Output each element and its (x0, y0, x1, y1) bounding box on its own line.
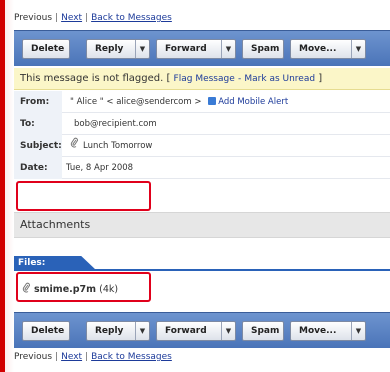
flag-dash: - (237, 74, 242, 84)
move-button-label: Move... (299, 44, 337, 54)
reply-button[interactable]: Reply ▼ (86, 321, 150, 341)
reply-button-label: Reply (95, 326, 124, 336)
paperclip-icon (70, 135, 79, 157)
nav-separator: | (85, 352, 89, 362)
subject-row: Subject: Lunch Tomorrow (14, 135, 390, 157)
delete-button[interactable]: Delete (22, 39, 70, 59)
delete-button-label: Delete (31, 326, 65, 336)
chevron-down-icon[interactable]: ▼ (135, 322, 149, 340)
chevron-down-icon[interactable]: ▼ (221, 40, 235, 58)
chevron-down-icon[interactable]: ▼ (351, 322, 365, 340)
attachment-item[interactable]: smime.p7m (4k) (22, 282, 118, 296)
flag-status-text: This message is not flagged. (20, 73, 164, 84)
add-alert-icon[interactable] (208, 97, 217, 105)
to-row: To: bob@recipient.com (14, 113, 390, 135)
from-address: " Alice " < alice@sendercom > (70, 97, 202, 107)
chevron-down-icon[interactable]: ▼ (221, 322, 235, 340)
move-button[interactable]: Move... ▼ (290, 321, 366, 341)
top-nav: Previous | Next | Back to Messages (14, 13, 172, 23)
empty-body-highlight (16, 181, 151, 211)
back-to-messages-link[interactable]: Back to Messages (91, 352, 172, 362)
message-view: Previous | Next | Back to Messages Delete Re… (14, 0, 390, 372)
bracket-close: ] (318, 73, 323, 84)
add-mobile-alert-link[interactable]: Add Mobile Alert (218, 97, 288, 107)
subject-value: Lunch Tomorrow (70, 135, 152, 157)
date-value: Tue, 8 Apr 2008 (66, 163, 134, 173)
subject-text: Lunch Tomorrow (83, 141, 153, 151)
reply-button-label: Reply (95, 44, 124, 54)
forward-button-label: Forward (165, 44, 207, 54)
forward-button-label: Forward (165, 326, 207, 336)
move-button[interactable]: Move... ▼ (290, 39, 366, 59)
date-row: Date: Tue, 8 Apr 2008 (14, 157, 390, 179)
chevron-down-icon[interactable]: ▼ (351, 40, 365, 58)
delete-button-label: Delete (31, 44, 65, 54)
previous-label: Previous (14, 13, 53, 23)
spam-button-label: Spam (251, 44, 280, 54)
subject-label: Subject: (14, 135, 62, 157)
nav-separator: | (85, 13, 89, 23)
flag-message-link[interactable]: Flag Message (174, 74, 235, 84)
previous-label: Previous (14, 352, 53, 362)
attachments-header: Attachments (14, 212, 390, 238)
forward-button[interactable]: Forward ▼ (156, 39, 236, 59)
paperclip-icon (22, 282, 31, 296)
spam-button[interactable]: Spam (242, 39, 284, 59)
from-row: From: " Alice " < alice@sendercom > Add … (14, 91, 390, 113)
attachment-filename[interactable]: smime.p7m (34, 284, 96, 295)
bracket-open: [ (166, 73, 171, 84)
nav-separator: | (55, 352, 59, 362)
bottom-toolbar: Delete Reply ▼ Forward ▼ Spam Move... ▼ (14, 312, 390, 348)
to-label: To: (14, 113, 62, 135)
left-red-border (0, 0, 5, 372)
top-toolbar: Delete Reply ▼ Forward ▼ Spam Move... ▼ (14, 30, 390, 66)
next-link[interactable]: Next (61, 352, 82, 362)
mark-as-unread-link[interactable]: Mark as Unread (244, 74, 315, 84)
from-value: " Alice " < alice@sendercom > Add Mobile… (70, 91, 288, 113)
back-to-messages-link[interactable]: Back to Messages (91, 13, 172, 23)
spam-button-label: Spam (251, 326, 280, 336)
flag-status-bar: This message is not flagged. [ Flag Mess… (14, 68, 390, 90)
chevron-down-icon[interactable]: ▼ (135, 40, 149, 58)
files-tab: Files: (14, 256, 96, 270)
files-divider (14, 269, 390, 271)
nav-separator: | (55, 13, 59, 23)
bottom-nav: Previous | Next | Back to Messages (14, 352, 172, 362)
date-label: Date: (14, 157, 62, 179)
spam-button[interactable]: Spam (242, 321, 284, 341)
reply-button[interactable]: Reply ▼ (86, 39, 150, 59)
from-label: From: (14, 91, 62, 113)
forward-button[interactable]: Forward ▼ (156, 321, 236, 341)
next-link[interactable]: Next (61, 13, 82, 23)
delete-button[interactable]: Delete (22, 321, 70, 341)
attachment-size: (4k) (99, 284, 119, 295)
to-value: bob@recipient.com (74, 119, 157, 129)
move-button-label: Move... (299, 326, 337, 336)
